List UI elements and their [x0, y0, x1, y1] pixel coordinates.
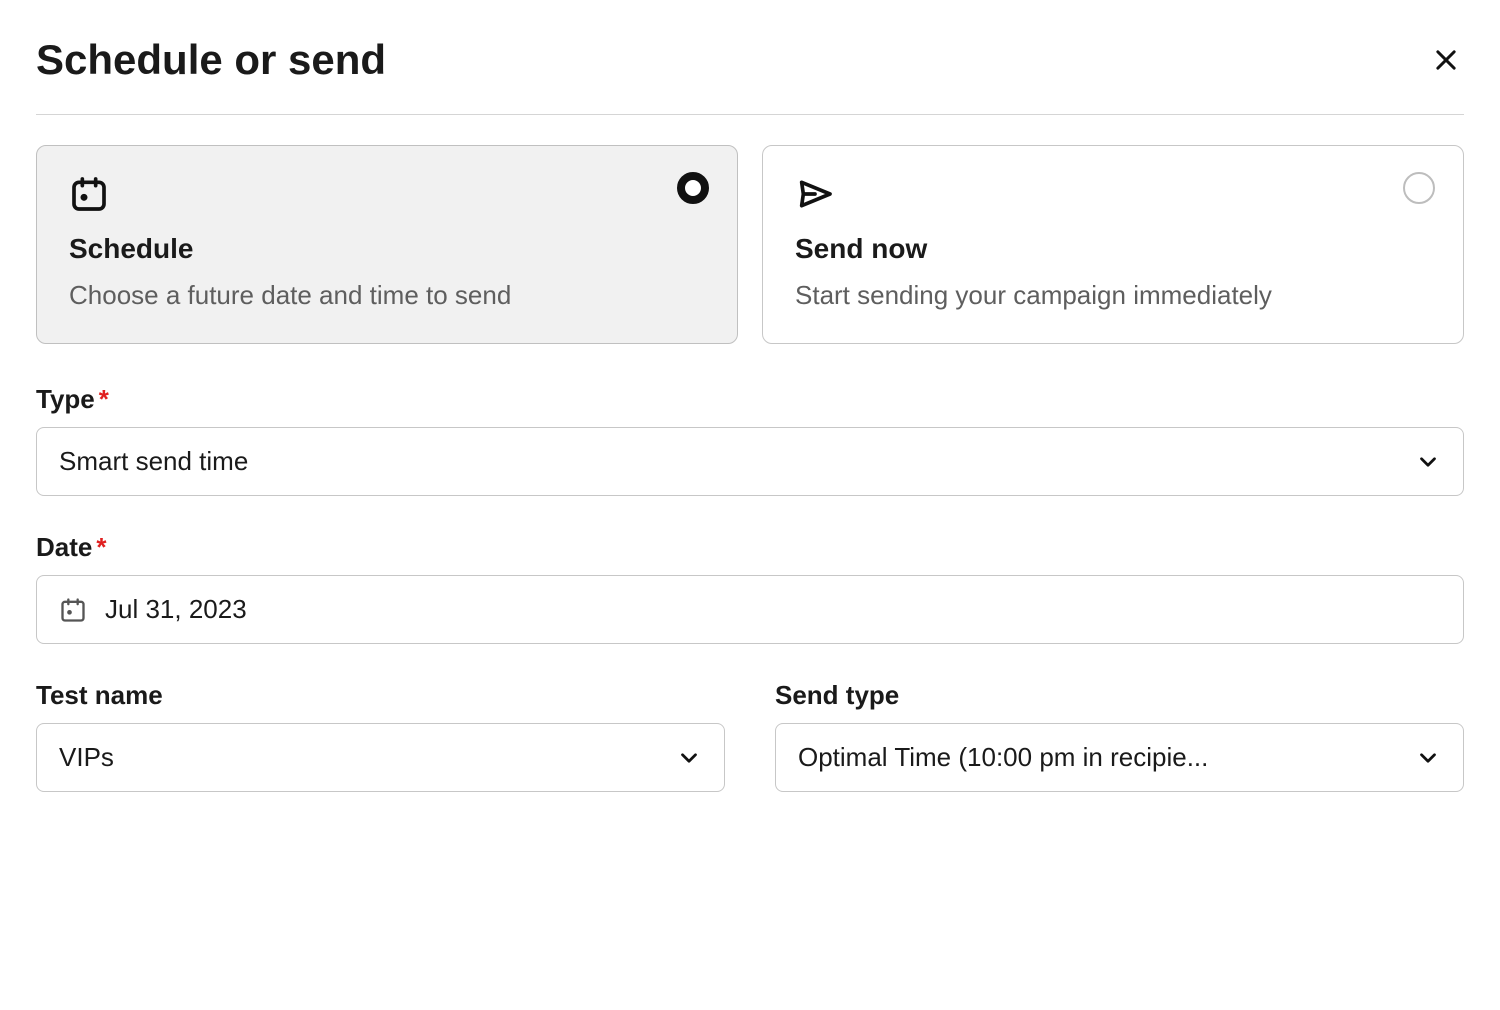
type-select-value: Smart send time — [59, 446, 1415, 477]
send-type-label: Send type — [775, 680, 1464, 711]
test-name-label: Test name — [36, 680, 725, 711]
test-name-select[interactable]: VIPs — [36, 723, 725, 792]
type-label: Type* — [36, 384, 1464, 415]
date-input[interactable]: Jul 31, 2023 — [36, 575, 1464, 644]
close-icon — [1432, 46, 1460, 74]
send-type-value: Optimal Time (10:00 pm in recipie... — [798, 742, 1415, 773]
dialog-header: Schedule or send — [36, 36, 1464, 115]
option-schedule-title: Schedule — [69, 233, 705, 265]
bottom-row: Test name VIPs Send type Optimal Time (1… — [36, 680, 1464, 828]
type-label-text: Type — [36, 384, 95, 414]
option-send-now[interactable]: Send now Start sending your campaign imm… — [762, 145, 1464, 344]
date-label: Date* — [36, 532, 1464, 563]
dialog-title: Schedule or send — [36, 36, 386, 84]
date-label-text: Date — [36, 532, 92, 562]
chevron-down-icon — [1415, 449, 1441, 475]
date-field-group: Date* Jul 31, 2023 — [36, 532, 1464, 644]
date-required-indicator: * — [96, 532, 106, 562]
close-button[interactable] — [1428, 42, 1464, 78]
radio-schedule[interactable] — [677, 172, 709, 204]
send-icon — [795, 174, 1431, 219]
send-type-select[interactable]: Optimal Time (10:00 pm in recipie... — [775, 723, 1464, 792]
option-send-now-title: Send now — [795, 233, 1431, 265]
radio-send-now[interactable] — [1403, 172, 1435, 204]
date-value: Jul 31, 2023 — [105, 594, 247, 625]
type-select[interactable]: Smart send time — [36, 427, 1464, 496]
option-send-now-description: Start sending your campaign immediately — [795, 275, 1431, 315]
option-schedule[interactable]: Schedule Choose a future date and time t… — [36, 145, 738, 344]
chevron-down-icon — [1415, 745, 1441, 771]
test-name-field-group: Test name VIPs — [36, 680, 725, 792]
test-name-value: VIPs — [59, 742, 676, 773]
type-field-group: Type* Smart send time — [36, 384, 1464, 496]
calendar-icon — [69, 174, 705, 219]
option-schedule-description: Choose a future date and time to send — [69, 275, 705, 315]
calendar-input-icon — [59, 596, 87, 624]
send-options: Schedule Choose a future date and time t… — [36, 145, 1464, 344]
chevron-down-icon — [676, 745, 702, 771]
type-required-indicator: * — [99, 384, 109, 414]
send-type-field-group: Send type Optimal Time (10:00 pm in reci… — [775, 680, 1464, 792]
